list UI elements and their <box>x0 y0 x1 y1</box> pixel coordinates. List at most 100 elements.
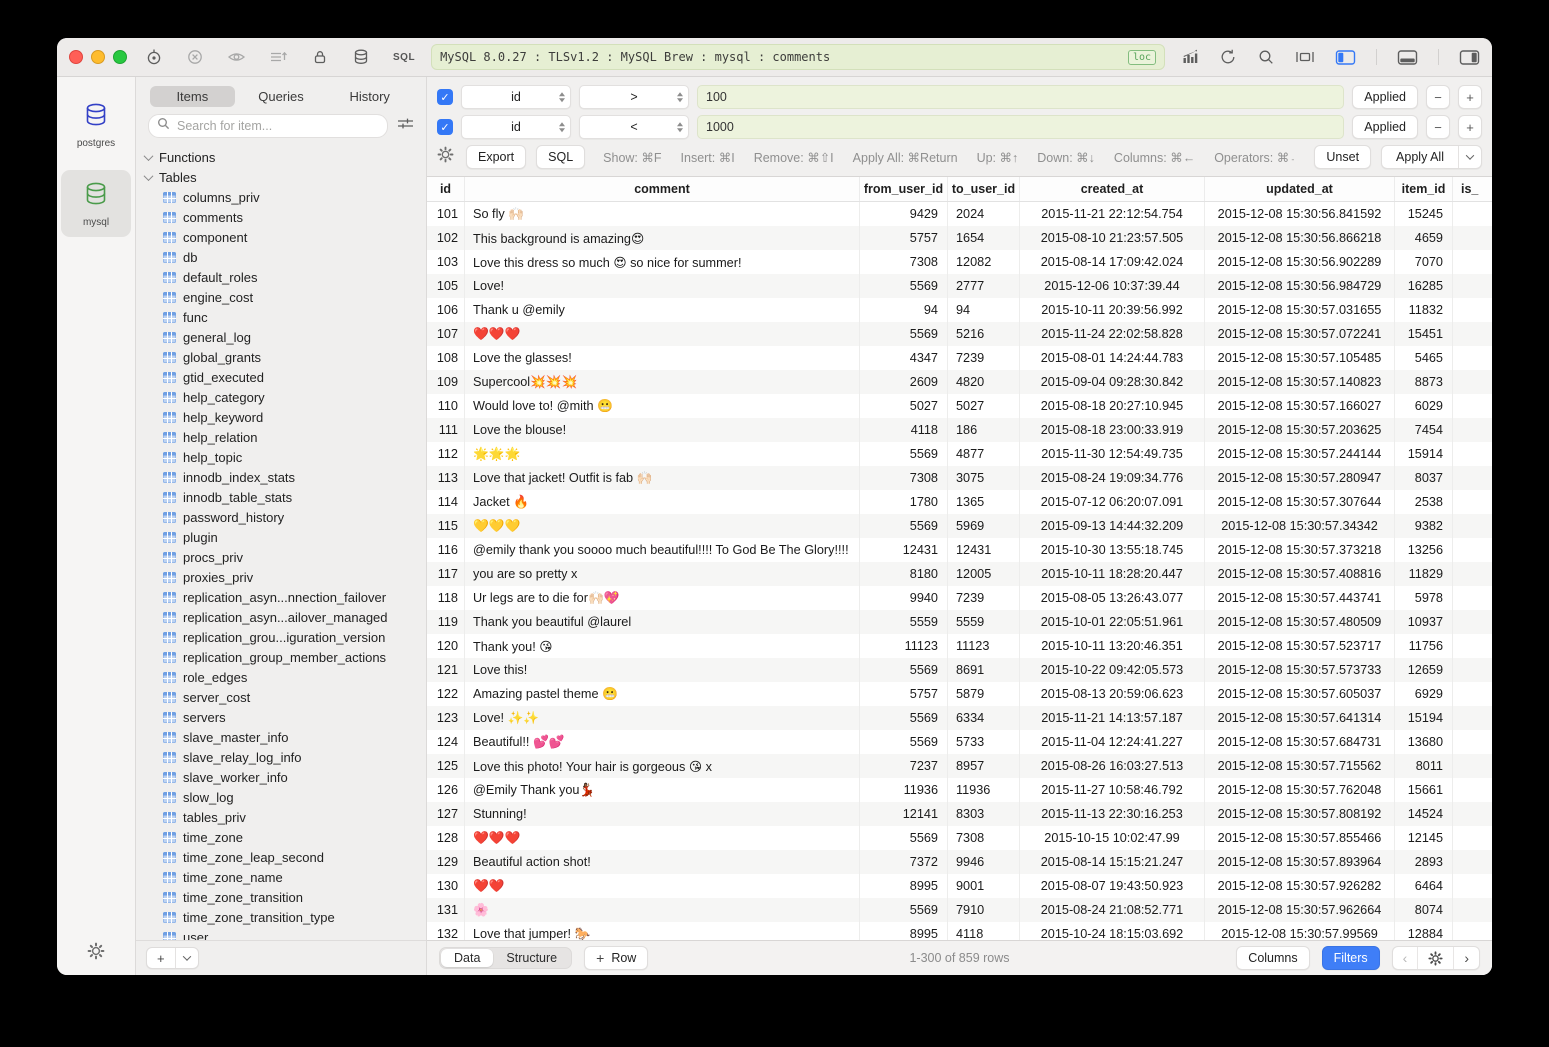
cell-created-at[interactable]: 2015-11-21 14:13:57.187 <box>1020 706 1205 730</box>
cell-to-user-id[interactable]: 9946 <box>948 850 1020 874</box>
filter-operator-select[interactable]: < <box>579 115 689 139</box>
cell-from-user-id[interactable]: 9940 <box>860 586 948 610</box>
toggle-bottom-panel-icon[interactable] <box>1397 49 1418 66</box>
cell-id[interactable]: 130 <box>427 874 465 898</box>
sidebar-table-item[interactable]: db <box>136 247 426 267</box>
database-icon[interactable] <box>352 48 370 66</box>
cell-comment[interactable]: So fly 🙌🏻 <box>465 202 860 226</box>
cell-is[interactable] <box>1453 370 1492 394</box>
cell-comment[interactable]: Love this photo! Your hair is gorgeous 😘… <box>465 754 860 778</box>
cell-comment[interactable]: Stunning! <box>465 802 860 826</box>
cell-is[interactable] <box>1453 874 1492 898</box>
cell-created-at[interactable]: 2015-10-11 18:28:20.447 <box>1020 562 1205 586</box>
cell-from-user-id[interactable]: 7372 <box>860 850 948 874</box>
cell-updated-at[interactable]: 2015-12-08 15:30:56.902289 <box>1205 250 1395 274</box>
cell-updated-at[interactable]: 2015-12-08 15:30:57.641314 <box>1205 706 1395 730</box>
filter-value-input[interactable] <box>700 90 1341 104</box>
cell-updated-at[interactable]: 2015-12-08 15:30:57.203625 <box>1205 418 1395 442</box>
table-row[interactable]: 118 Ur legs are to die for🙌🏻💖 9940 7239 … <box>427 586 1492 610</box>
cell-updated-at[interactable]: 2015-12-08 15:30:57.34342 <box>1205 514 1395 538</box>
table-row[interactable]: 106 Thank u @emily 94 94 2015-10-11 20:3… <box>427 298 1492 322</box>
cell-updated-at[interactable]: 2015-12-08 15:30:57.166027 <box>1205 394 1395 418</box>
cell-item-id[interactable]: 13680 <box>1395 730 1453 754</box>
sidebar-table-item[interactable]: password_history <box>136 507 426 527</box>
cell-comment[interactable]: you are so pretty x <box>465 562 860 586</box>
cell-id[interactable]: 124 <box>427 730 465 754</box>
cell-created-at[interactable]: 2015-11-27 10:58:46.792 <box>1020 778 1205 802</box>
cell-to-user-id[interactable]: 11123 <box>948 634 1020 658</box>
cell-comment[interactable]: Thank you beautiful @laurel <box>465 610 860 634</box>
sql-button[interactable]: SQL <box>536 145 585 169</box>
cell-from-user-id[interactable]: 4347 <box>860 346 948 370</box>
cell-is[interactable] <box>1453 202 1492 226</box>
cell-created-at[interactable]: 2015-11-21 22:12:54.754 <box>1020 202 1205 226</box>
cell-to-user-id[interactable]: 8303 <box>948 802 1020 826</box>
cell-id[interactable]: 115 <box>427 514 465 538</box>
cell-updated-at[interactable]: 2015-12-08 15:30:57.443741 <box>1205 586 1395 610</box>
table-row[interactable]: 124 Beautiful!! 💕💕 5569 5733 2015-11-04 … <box>427 730 1492 754</box>
cell-from-user-id[interactable]: 8180 <box>860 562 948 586</box>
log-list-icon[interactable] <box>269 48 288 66</box>
cell-id[interactable]: 118 <box>427 586 465 610</box>
cell-created-at[interactable]: 2015-12-06 10:37:39.44 <box>1020 274 1205 298</box>
sidebar-table-item[interactable]: default_roles <box>136 267 426 287</box>
cell-updated-at[interactable]: 2015-12-08 15:30:56.841592 <box>1205 202 1395 226</box>
cell-created-at[interactable]: 2015-08-18 23:00:33.919 <box>1020 418 1205 442</box>
cell-to-user-id[interactable]: 12005 <box>948 562 1020 586</box>
table-row[interactable]: 130 ❤️❤️ 8995 9001 2015-08-07 19:43:50.9… <box>427 874 1492 898</box>
cell-item-id[interactable]: 12145 <box>1395 826 1453 850</box>
sidebar-table-item[interactable]: help_category <box>136 387 426 407</box>
cell-item-id[interactable]: 8011 <box>1395 754 1453 778</box>
cell-from-user-id[interactable]: 7237 <box>860 754 948 778</box>
cell-from-user-id[interactable]: 5027 <box>860 394 948 418</box>
cell-from-user-id[interactable]: 11936 <box>860 778 948 802</box>
next-page-button[interactable]: › <box>1454 947 1479 969</box>
sidebar-table-item[interactable]: role_edges <box>136 667 426 687</box>
cell-comment[interactable]: Love! ✨✨ <box>465 706 860 730</box>
refresh-icon[interactable] <box>1219 48 1237 66</box>
sidebar-table-item[interactable]: global_grants <box>136 347 426 367</box>
sidebar-table-item[interactable]: help_keyword <box>136 407 426 427</box>
cell-to-user-id[interactable]: 6334 <box>948 706 1020 730</box>
cell-to-user-id[interactable]: 5969 <box>948 514 1020 538</box>
cell-created-at[interactable]: 2015-10-11 13:20:46.351 <box>1020 634 1205 658</box>
section-functions[interactable]: Functions <box>136 147 426 167</box>
cell-item-id[interactable]: 6464 <box>1395 874 1453 898</box>
cell-from-user-id[interactable]: 5569 <box>860 706 948 730</box>
cell-comment[interactable]: 💛💛💛 <box>465 514 860 538</box>
cell-to-user-id[interactable]: 7239 <box>948 586 1020 610</box>
cell-is[interactable] <box>1453 442 1492 466</box>
cell-updated-at[interactable]: 2015-12-08 15:30:57.480509 <box>1205 610 1395 634</box>
cell-item-id[interactable]: 14524 <box>1395 802 1453 826</box>
filter-operator-select[interactable]: > <box>579 85 689 109</box>
table-row[interactable]: 114 Jacket 🔥 1780 1365 2015-07-12 06:20:… <box>427 490 1492 514</box>
unset-button[interactable]: Unset <box>1314 145 1371 169</box>
cell-is[interactable] <box>1453 802 1492 826</box>
cell-item-id[interactable]: 10937 <box>1395 610 1453 634</box>
tab-history[interactable]: History <box>327 86 412 107</box>
cell-is[interactable] <box>1453 394 1492 418</box>
sidebar-table-item[interactable]: replication_asyn...nnection_failover <box>136 587 426 607</box>
filters-button[interactable]: Filters <box>1322 946 1380 970</box>
cell-updated-at[interactable]: 2015-12-08 15:30:57.762048 <box>1205 778 1395 802</box>
cell-created-at[interactable]: 2015-08-24 21:08:52.771 <box>1020 898 1205 922</box>
table-row[interactable]: 126 @Emily Thank you💃🏾 11936 11936 2015-… <box>427 778 1492 802</box>
previous-page-button[interactable]: ‹ <box>1393 947 1418 969</box>
sidebar-table-item[interactable]: time_zone_transition_type <box>136 907 426 927</box>
cell-item-id[interactable]: 8037 <box>1395 466 1453 490</box>
cell-updated-at[interactable]: 2015-12-08 15:30:57.105485 <box>1205 346 1395 370</box>
cell-from-user-id[interactable]: 94 <box>860 298 948 322</box>
cell-to-user-id[interactable]: 7308 <box>948 826 1020 850</box>
table-row[interactable]: 129 Beautiful action shot! 7372 9946 201… <box>427 850 1492 874</box>
cell-created-at[interactable]: 2015-10-01 22:05:51.961 <box>1020 610 1205 634</box>
cell-to-user-id[interactable]: 1365 <box>948 490 1020 514</box>
cell-is[interactable] <box>1453 418 1492 442</box>
fit-columns-icon[interactable] <box>1295 48 1315 66</box>
sidebar-table-item[interactable]: time_zone_transition <box>136 887 426 907</box>
table-row[interactable]: 131 🌸 5569 7910 2015-08-24 21:08:52.771 … <box>427 898 1492 922</box>
tab-items[interactable]: Items <box>150 86 235 107</box>
lock-icon[interactable] <box>311 48 329 66</box>
cell-is[interactable] <box>1453 778 1492 802</box>
table-row[interactable]: 101 So fly 🙌🏻 9429 2024 2015-11-21 22:12… <box>427 202 1492 226</box>
column-header-to-user-id[interactable]: to_user_id <box>948 177 1020 201</box>
